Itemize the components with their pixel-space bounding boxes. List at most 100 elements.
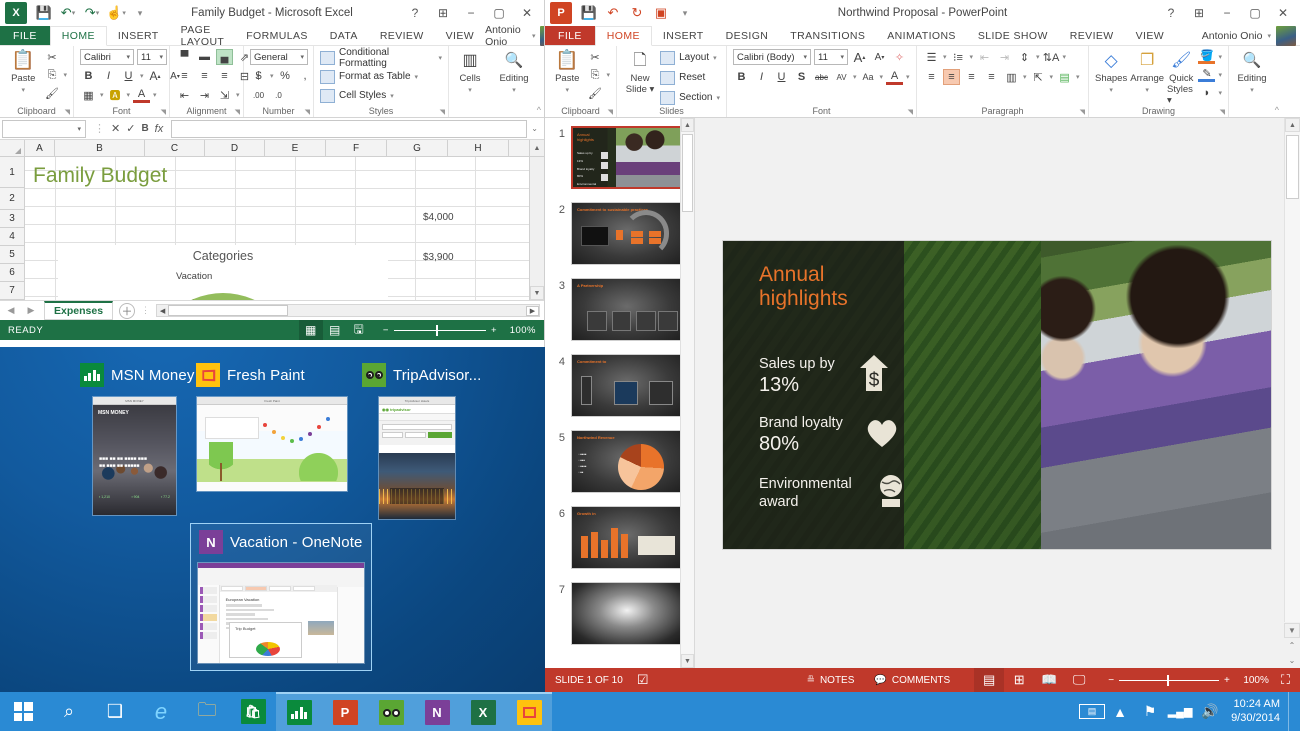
minimize-button[interactable]: − [458,2,484,24]
next-slide-icon[interactable]: ⌄ [1284,653,1300,668]
increase-list-level-icon[interactable]: ⇥ [996,49,1013,65]
normal-view-icon[interactable]: ▦ [299,320,323,340]
columns-icon[interactable]: ▥ [1003,69,1020,85]
clear-formatting-icon[interactable]: ✧ [891,49,908,65]
number-format-select[interactable]: General▾ [250,49,308,65]
shape-outline-icon[interactable]: ✎ [1198,67,1215,82]
line-spacing-icon[interactable]: ⇕ [1016,49,1033,65]
cell-g7-value[interactable]: $3,900 [423,252,454,263]
zoom-out-icon[interactable]: − [383,325,389,336]
decrease-list-level-icon[interactable]: ⇤ [976,49,993,65]
customize-qat-icon[interactable]: ▾ [129,3,151,23]
enter-formula-icon[interactable]: ✓ [126,122,135,135]
quick-access-toolbar[interactable]: 💾 ↶▾ ↷▾ ☝▾ ▾ [33,3,151,23]
restore-button[interactable]: ▢ [486,2,512,24]
fresh-paint-taskbar-icon[interactable] [506,692,552,731]
copy-icon[interactable]: ⎘ [43,67,60,83]
view-buttons[interactable]: ▤ ⊞ 📖 🖵 [974,668,1094,692]
save-icon[interactable]: 💾 [578,3,600,23]
thumbnail-row[interactable]: 6 Growth in [545,493,694,569]
previous-sheet-icon[interactable]: ◀ [4,305,18,316]
format-painter-icon[interactable]: 🖌 [43,85,60,101]
font-color-icon[interactable]: A [133,88,150,103]
cells-button[interactable]: ▥ Cells ▾ [455,49,485,94]
underline-button[interactable]: U [120,68,137,84]
tab-data[interactable]: DATA [319,26,369,45]
convert-smartart-icon[interactable]: ▤ [1056,69,1073,85]
zoom-percent[interactable]: 100% [1235,675,1269,686]
taskbar[interactable]: ⌕ ❑ e 🗀 🛍 P N [0,692,1300,731]
slide-thumbnail-7[interactable] [571,582,683,645]
slide-title[interactable]: Annual highlights [759,263,848,310]
dialog-launcher-icon[interactable]: ◥ [1080,108,1085,116]
start-button[interactable] [0,692,46,731]
horizontal-scroll-thumb[interactable] [168,305,288,316]
tab-split-handle[interactable]: ⋮ [141,305,150,316]
excel-grid[interactable]: A B C D E F G H ▲ 1 2 3 4 5 6 7 [0,140,544,300]
reading-view-icon[interactable]: 📖 [1034,668,1064,692]
currency-icon[interactable]: $ [250,68,267,84]
quick-access-toolbar[interactable]: 💾 ↶ ↻ ▣ ▾ [578,3,696,23]
scroll-thumb[interactable] [682,134,693,212]
text-direction-icon[interactable]: ⇅A [1043,49,1060,65]
thumbnail-row[interactable]: 2 Commitment to sustainable practices [545,189,694,265]
zoom-in-icon[interactable]: + [491,325,497,336]
tile-vacation-onenote[interactable]: N Vacation - OneNote European Vacation T… [190,523,372,671]
ppt-ribbon[interactable]: 📋 Paste ▾ ✂ ⎘▾ 🖌 Clipboard ◥ 🗋 New Slide… [545,46,1300,118]
slide-stat-environment[interactable]: Environmental award [759,473,908,514]
slide-vertical-scrollbar[interactable]: ▲ [1284,118,1300,622]
powerpoint-window[interactable]: P 💾 ↶ ↻ ▣ ▾ Northwind Proposal - PowerPo… [545,0,1300,692]
column-header-f[interactable]: F [326,140,387,156]
minimize-button[interactable]: − [1214,2,1240,24]
row-header-3[interactable]: 3 [0,210,24,228]
system-tray[interactable]: ▤ ▲ ⚑ ▂▄▆ 🔊 10:24 AM 9/30/2014 [1079,692,1300,731]
tile-fresh-paint[interactable]: Fresh Paint Fresh Paint [196,363,348,492]
powerpoint-taskbar-icon[interactable]: P [322,692,368,731]
tripadvisor-taskbar-icon[interactable] [368,692,414,731]
slide-sorter-icon[interactable]: ⊞ [1004,668,1034,692]
thumbnail-row[interactable]: 3 A Partnership [545,265,694,341]
next-sheet-icon[interactable]: ▶ [24,305,38,316]
cut-icon[interactable]: ✂ [586,49,603,65]
font-size-input[interactable]: 11▾ [814,49,848,65]
shape-effects-icon[interactable]: ◗ [1198,85,1215,101]
sheet-tab-bar[interactable]: ◀ ▶ Expenses ＋ ⋮ ◀ ▶ [0,300,544,320]
tile-thumbnail[interactable]: TripAdvisor Hotels ◉◉ tripadvisor [378,396,456,520]
column-header-a[interactable]: A [25,140,55,156]
row-header-5[interactable]: 5 [0,246,24,264]
character-spacing-icon[interactable]: AV [833,69,850,85]
tab-page-layout[interactable]: PAGE LAYOUT [170,26,236,45]
tab-review[interactable]: REVIEW [369,26,435,45]
tab-review[interactable]: REVIEW [1059,26,1125,45]
decrease-decimal-icon[interactable]: .0 [270,87,287,103]
undo-icon[interactable]: ↶▾ [57,3,79,23]
font-name-input[interactable]: Calibri▾ [80,49,134,65]
notes-button[interactable]: ≞ NOTES [797,668,865,692]
slide-thumbnail-1[interactable]: Annualhighlights Sales up by13%Brand loy… [571,126,683,189]
chevron-down-icon[interactable]: ▾ [532,32,536,40]
new-slide-button[interactable]: 🗋 New Slide ▾ [623,49,657,95]
slide-thumbnail-6[interactable]: Growth in [571,506,683,569]
cell-g6-value[interactable]: $4,000 [423,212,454,223]
grow-font-icon[interactable]: A▴ [147,68,164,84]
tab-home[interactable]: HOME [595,26,652,46]
collapse-ribbon-icon[interactable]: ^ [537,105,541,115]
excel-ribbon[interactable]: 📋 Paste ▾ ✂ ⎘▾ 🖌 Clipboard ◥ Calibri [0,46,544,118]
bold-button[interactable]: B [80,68,97,84]
name-box[interactable]: ▾ [2,120,86,138]
slide-nav-buttons[interactable]: ▼ ⌃ ⌄ [1284,623,1300,668]
search-icon[interactable]: ⌕ [46,692,92,731]
increase-indent-icon[interactable]: ⇥ [196,87,213,103]
restore-button[interactable]: ▢ [1242,2,1268,24]
arrange-button[interactable]: ❐ Arrange ▾ [1130,49,1164,94]
page-layout-icon[interactable]: ▤ [323,320,347,340]
slide-thumbnail-5[interactable]: Northwind Revenue ▪ ■■■■▪ ■■■▪ ■■■■▪ ■■ [571,430,683,493]
thumbnail-row[interactable]: 1 Annualhighlights Sales up by13%Brand l… [545,118,694,189]
dialog-launcher-icon[interactable]: ◥ [305,108,310,116]
align-center-icon[interactable]: ≡ [943,69,960,85]
tab-insert[interactable]: INSERT [652,26,715,45]
cancel-formula-icon[interactable]: ✕ [111,122,120,135]
touch-keyboard-icon[interactable]: ▤ [1079,704,1105,719]
redo-icon[interactable]: ↷▾ [81,3,103,23]
align-center-icon[interactable]: ≡ [196,68,213,84]
